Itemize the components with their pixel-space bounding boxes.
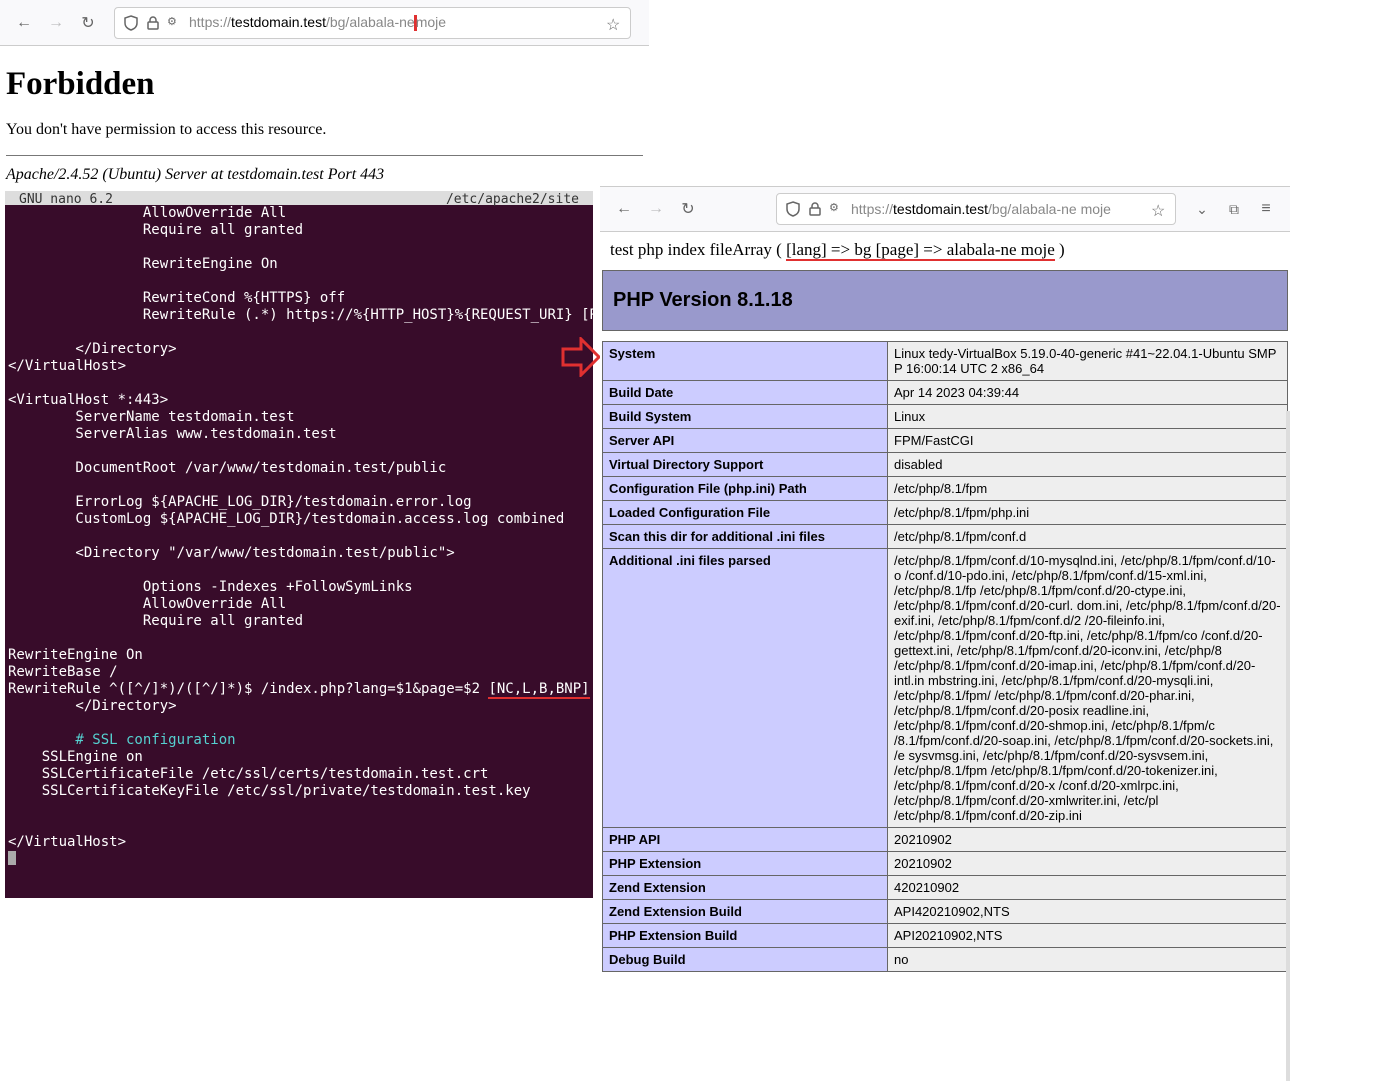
error-message: You don't have permission to access this… <box>6 121 643 139</box>
terminal-header: GNU nano 6.2 /etc/apache2/site <box>5 191 593 205</box>
info-key: Loaded Configuration File <box>603 501 888 525</box>
url-text-right: https://testdomain.test/bg/alabala-ne mo… <box>851 201 1145 217</box>
table-row: Server APIFPM/FastCGI <box>603 429 1288 453</box>
reload-button[interactable]: ↻ <box>674 195 702 223</box>
settings-icon: ⚙ <box>167 15 183 31</box>
info-key: Virtual Directory Support <box>603 453 888 477</box>
phpinfo-table: SystemLinux tedy-VirtualBox 5.19.0-40-ge… <box>602 341 1288 972</box>
browser-toolbar-right: ← → ↻ ⚙ https://testdomain.test/bg/alaba… <box>600 186 1290 232</box>
table-row: Zend Extension420210902 <box>603 876 1288 900</box>
lock-icon <box>807 201 823 217</box>
info-key: Build Date <box>603 381 888 405</box>
table-row: Zend Extension BuildAPI420210902,NTS <box>603 900 1288 924</box>
table-row: PHP API20210902 <box>603 828 1288 852</box>
phpinfo: PHP Version 8.1.18 SystemLinux tedy-Virt… <box>600 268 1290 974</box>
star-icon[interactable]: ☆ <box>606 15 622 31</box>
table-row: Debug Buildno <box>603 948 1288 972</box>
info-value: no <box>888 948 1288 972</box>
info-key: Zend Extension <box>603 876 888 900</box>
info-key: Configuration File (php.ini) Path <box>603 477 888 501</box>
info-value: /etc/php/8.1/fpm <box>888 477 1288 501</box>
server-signature: Apache/2.4.52 (Ubuntu) Server at testdom… <box>6 166 643 184</box>
info-value: Linux <box>888 405 1288 429</box>
reload-button[interactable]: ↻ <box>74 9 102 37</box>
scrollbar[interactable] <box>1286 411 1290 1081</box>
editor-name: GNU nano 6.2 <box>19 191 113 205</box>
table-row: Virtual Directory Supportdisabled <box>603 453 1288 477</box>
table-row: SystemLinux tedy-VirtualBox 5.19.0-40-ge… <box>603 342 1288 381</box>
table-row: Build SystemLinux <box>603 405 1288 429</box>
back-button[interactable]: ← <box>610 195 638 223</box>
settings-icon: ⚙ <box>829 201 845 217</box>
info-value: 20210902 <box>888 852 1288 876</box>
url-bar-left[interactable]: ⚙ https://testdomain.test/bg/alabala-nem… <box>114 7 631 39</box>
menu-icon[interactable]: ≡ <box>1252 195 1280 223</box>
forbidden-page: Forbidden You don't have permission to a… <box>0 46 649 190</box>
browser-toolbar-left: ← → ↻ ⚙ https://testdomain.test/bg/alaba… <box>0 0 649 46</box>
extension-icon[interactable]: ⧉ <box>1220 195 1248 223</box>
info-key: Zend Extension Build <box>603 900 888 924</box>
rewrite-flags: [NC,L,B,BNP] <box>488 681 589 699</box>
terminal-cursor <box>8 851 16 865</box>
table-row: Configuration File (php.ini) Path/etc/ph… <box>603 477 1288 501</box>
arrow-icon <box>561 337 601 377</box>
back-button[interactable]: ← <box>10 9 38 37</box>
info-key: Additional .ini files parsed <box>603 549 888 828</box>
info-key: Debug Build <box>603 948 888 972</box>
info-value: 20210902 <box>888 828 1288 852</box>
terminal-window[interactable]: GNU nano 6.2 /etc/apache2/site AllowOver… <box>5 191 593 898</box>
shield-icon <box>123 15 139 31</box>
terminal-body[interactable]: AllowOverride All Require all granted Re… <box>5 205 593 870</box>
info-key: System <box>603 342 888 381</box>
forward-button[interactable]: → <box>642 195 670 223</box>
url-bar-right[interactable]: ⚙ https://testdomain.test/bg/alabala-ne … <box>776 193 1176 225</box>
info-value: FPM/FastCGI <box>888 429 1288 453</box>
lock-icon <box>145 15 161 31</box>
info-key: PHP Extension Build <box>603 924 888 948</box>
divider <box>6 155 643 156</box>
info-key: Scan this dir for additional .ini files <box>603 525 888 549</box>
table-row: Build DateApr 14 2023 04:39:44 <box>603 381 1288 405</box>
info-value: Apr 14 2023 04:39:44 <box>888 381 1288 405</box>
url-text-left: https://testdomain.test/bg/alabala-nemoj… <box>189 14 600 31</box>
php-array-underlined: [lang] => bg [page] => alabala-ne moje <box>786 240 1055 261</box>
info-key: PHP API <box>603 828 888 852</box>
info-value: /etc/php/8.1/fpm/conf.d/10-mysqlnd.ini, … <box>888 549 1288 828</box>
info-value: /etc/php/8.1/fpm/php.ini <box>888 501 1288 525</box>
table-row: PHP Extension20210902 <box>603 852 1288 876</box>
info-key: PHP Extension <box>603 852 888 876</box>
info-key: Server API <box>603 429 888 453</box>
right-browser-window: ← → ↻ ⚙ https://testdomain.test/bg/alaba… <box>600 186 1290 896</box>
table-row: Scan this dir for additional .ini files/… <box>603 525 1288 549</box>
table-row: Additional .ini files parsed/etc/php/8.1… <box>603 549 1288 828</box>
info-value: Linux tedy-VirtualBox 5.19.0-40-generic … <box>888 342 1288 381</box>
shield-icon <box>785 201 801 217</box>
info-value: /etc/php/8.1/fpm/conf.d <box>888 525 1288 549</box>
table-row: Loaded Configuration File/etc/php/8.1/fp… <box>603 501 1288 525</box>
star-icon[interactable]: ☆ <box>1151 201 1167 217</box>
php-version-header: PHP Version 8.1.18 <box>602 270 1288 331</box>
info-value: 420210902 <box>888 876 1288 900</box>
info-value: disabled <box>888 453 1288 477</box>
php-output-line: test php index fileArray ( [lang] => bg … <box>600 232 1290 268</box>
table-row: PHP Extension BuildAPI20210902,NTS <box>603 924 1288 948</box>
pocket-icon[interactable]: ⌄ <box>1188 195 1216 223</box>
page-title: Forbidden <box>6 66 643 103</box>
info-value: API420210902,NTS <box>888 900 1288 924</box>
info-value: API20210902,NTS <box>888 924 1288 948</box>
forward-button[interactable]: → <box>42 9 70 37</box>
info-key: Build System <box>603 405 888 429</box>
file-path: /etc/apache2/site <box>446 191 579 205</box>
